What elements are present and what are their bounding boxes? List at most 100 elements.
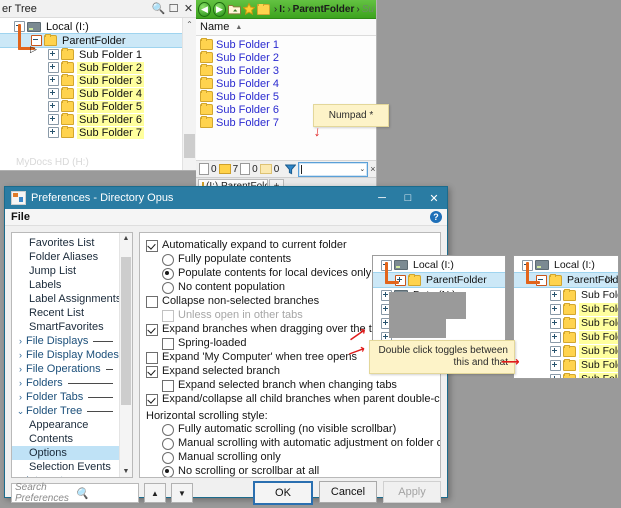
radio-option-no-scrolling-or-scrollbar-at-all[interactable]: No scrolling or scrollbar at all [146,465,440,477]
maximize-button[interactable]: □ [395,187,421,209]
folder-tree-body[interactable]: Local (I:) ParentFolder Sub Folder 1 Sub Fo… [0,18,196,170]
tree-row[interactable]: Sub Folder 5 [0,100,182,113]
chevron-right-icon[interactable]: › [15,364,26,374]
minimize-button[interactable]: ─ [369,187,395,209]
checkbox[interactable] [146,352,158,364]
tree-row[interactable]: Local (I:) [373,258,505,272]
expand-icon[interactable] [48,49,59,60]
filter-clear-icon[interactable]: × [370,164,375,174]
nav-scrollbar-thumb[interactable] [121,257,131,405]
radio-button[interactable] [162,268,174,280]
checkbox-option-expand-collapse-all-child-branches-when-[interactable]: Expand/collapse all child branches when … [146,393,440,407]
nav-scroll-down-icon[interactable]: ▼ [120,466,132,477]
radio-button[interactable] [162,254,174,266]
help-icon[interactable]: ? [430,211,442,223]
detach-icon[interactable]: ☐ [166,1,181,16]
chevron-right-icon[interactable]: › [15,378,26,388]
tree-row[interactable]: Sub Folder 6 [514,358,618,372]
breadcrumb-path[interactable]: ›I: ›ParentFolder ›Sub Fol [256,3,374,15]
breadcrumb-bar[interactable]: ◀ ▶ ›I: ›ParentFolder ›Sub Fol [196,0,376,19]
tree-row[interactable]: Sub Folder 3 [514,316,618,330]
checkbox-option-expand-selected-branch-when-changing-tab[interactable]: Expand selected branch when changing tab… [146,379,440,393]
mini-tree-expanded[interactable]: Local (I:)ParentFolderSub Folder 1Sub Fo… [513,255,619,379]
tree-row[interactable]: Local (I:) [514,258,618,272]
tree-row[interactable]: Local (I:) [0,20,182,33]
expand-icon[interactable] [48,62,59,73]
tree-row[interactable]: Sub Folder 5 [514,344,618,358]
chevron-right-icon[interactable]: › [15,336,26,346]
expand-icon[interactable] [48,75,59,86]
scrollbar-thumb[interactable] [184,134,195,158]
folder-up-icon[interactable] [227,3,241,16]
column-header-name[interactable]: Name ▲ [196,19,376,36]
checkbox[interactable] [146,366,158,378]
radio-button[interactable] [162,438,174,450]
radio-option-manual-scrolling-only[interactable]: Manual scrolling only [146,451,440,465]
forward-icon[interactable]: ▶ [212,1,226,17]
expand-icon[interactable] [550,359,561,371]
radio-option-manual-scrolling-with-automatic-adjustme[interactable]: Manual scrolling with automatic adjustme… [146,437,440,451]
expand-icon[interactable] [550,331,561,343]
sidebar-item-smartfavorites[interactable]: SmartFavorites [12,320,119,334]
scroll-up-arrow-icon[interactable]: ⌃ [183,18,196,30]
filter-input[interactable]: ⌄ [298,161,369,177]
expand-icon[interactable] [48,114,59,125]
menu-item-file[interactable]: File [11,211,30,223]
file-list-item[interactable]: Sub Folder 4 [196,77,376,90]
sidebar-item-appearance[interactable]: Appearance [12,418,119,432]
file-list-item[interactable]: Sub Folder 1 [196,38,376,51]
tree-row[interactable]: ParentFolder [514,272,618,288]
expand-icon[interactable] [550,303,561,315]
checkbox[interactable] [162,338,174,350]
preferences-titlebar[interactable]: Preferences - Directory Opus ─ □ ✕ [5,187,447,209]
sidebar-item-file-displays[interactable]: › File Displays [12,334,119,348]
sidebar-item-file-display-modes[interactable]: › File Display Modes [12,348,119,362]
checkbox[interactable] [162,380,174,392]
chevron-right-icon[interactable]: › [15,476,26,477]
sidebar-item-folder-tabs[interactable]: › Folder Tabs [12,390,119,404]
sidebar-item-file-operations[interactable]: › File Operations [12,362,119,376]
tree-row[interactable]: Sub Folder 1 [514,288,618,302]
nav-scrollbar[interactable]: ▲ ▼ [119,233,132,477]
sidebar-item-folders[interactable]: › Folders [12,376,119,390]
radio-button[interactable] [162,282,174,294]
file-list[interactable]: Sub Folder 1 Sub Folder 2 Sub Folder 3 Sub … [196,36,376,160]
breadcrumb-part-dim[interactable]: Sub Fol [362,4,374,15]
favorites-star-icon[interactable] [242,3,255,16]
breadcrumb-part-1[interactable]: ParentFolder [293,4,355,15]
sidebar-item-recent-list[interactable]: Recent List [12,306,119,320]
nav-down-button[interactable]: ▼ [171,483,193,503]
chevron-right-icon[interactable]: › [15,350,26,360]
tree-row[interactable]: Sub Folder 6 [0,113,182,126]
sidebar-item-folder-aliases[interactable]: Folder Aliases [12,250,119,264]
tree-row[interactable]: ParentFolder [373,272,505,288]
sidebar-item-internet[interactable]: ›Internet [12,474,119,477]
sidebar-item-contents[interactable]: Contents [12,432,119,446]
filter-funnel-icon[interactable] [284,164,297,175]
mini-tree-collapsed[interactable]: Local (I:)ParentFolderData (N:) [372,255,506,341]
tree-row[interactable]: Sub Folder 3 [0,74,182,87]
sidebar-item-label-assignments[interactable]: Label Assignments [12,292,121,306]
expand-icon[interactable] [48,88,59,99]
file-list-item[interactable]: Sub Folder 3 [196,64,376,77]
tree-row[interactable]: Sub Folder 2 [514,302,618,316]
checkbox[interactable] [146,324,158,336]
expand-icon[interactable] [550,289,561,301]
radio-option-fully-automatic-scrolling-no-visible-scr[interactable]: Fully automatic scrolling (no visible sc… [146,423,440,437]
chevron-down-icon[interactable]: ⌄ [15,406,26,417]
expand-icon[interactable] [550,345,561,357]
sidebar-item-jump-list[interactable]: Jump List [12,264,119,278]
expand-icon[interactable] [48,127,59,138]
tree-row[interactable]: Sub Folder 4 [0,87,182,100]
checkbox[interactable] [146,240,158,252]
radio-button[interactable] [162,452,174,464]
sidebar-item-favorites-list[interactable]: Favorites List [12,236,119,250]
sidebar-item-options[interactable]: Options [12,446,119,460]
file-list-item[interactable]: Sub Folder 2 [196,51,376,64]
expand-icon[interactable] [550,317,561,329]
sidebar-item-labels[interactable]: Labels [12,278,119,292]
back-icon[interactable]: ◀ [198,1,211,17]
expand-icon[interactable] [550,373,561,378]
search-input[interactable]: Search Preferences 🔍 [11,482,139,504]
radio-button[interactable] [162,466,174,477]
